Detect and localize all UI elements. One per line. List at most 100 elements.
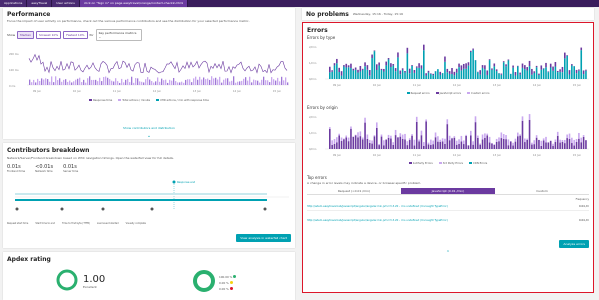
chart-bar [519,74,521,79]
chart-bar [477,137,479,149]
chart-bar [383,140,385,146]
x-tick-label: 13 Jun [493,83,502,87]
error-row[interactable]: http://adem.easytravel.lab/javascript/an… [307,217,589,224]
median-button[interactable]: Median [17,30,35,39]
chart-bar [493,144,496,145]
analyze-errors-button[interactable]: Analyze errors [559,240,589,248]
chart-bar [512,65,514,68]
chart-bar [380,136,383,149]
breadcrumb-current-action[interactable]: click on "Sign in" on page easytravel/or… [79,0,189,7]
show-contributors-link[interactable]: Show contributors and distribution [123,126,175,130]
chart-bar [179,82,181,85]
chart-bar [333,139,336,144]
chart-bar [383,145,385,149]
apdex-donut [193,270,215,292]
chart-bar [427,142,430,145]
chart-bar [69,80,71,85]
chevron-down-icon[interactable]: ⌄ [7,133,291,139]
chart-bar [399,136,402,149]
chart-bar [453,75,456,79]
chart-bar [399,70,402,75]
chart-bar [35,82,37,85]
chart-bar [269,81,271,85]
chart-bar [521,120,524,149]
chart-bar [345,63,348,68]
chart-bar [371,58,373,79]
chart-bar [458,143,460,149]
legend-visually-complete: Visually complete [125,222,146,225]
chart-bar [105,76,107,85]
perf-y-tick: 0 ms [9,84,16,88]
contributors-panel: Contributors breakdown Network/Server/Fr… [3,143,295,248]
metric-select[interactable]: Key performance metrics ⌄ [95,28,142,41]
problems-panel: No problems Wednesday, 15:16 - Today, 15… [302,8,594,20]
chart-bar [561,66,564,73]
chart-bar [408,73,411,79]
chart-bar [217,79,219,85]
chart-bar [167,82,169,85]
chart-bar [285,76,287,85]
chart-bar [373,136,376,149]
chart-bar [524,65,526,70]
chart-bar [423,44,425,51]
chart-bar [387,137,390,149]
chart-bar [394,129,397,136]
chart-bar [39,80,41,85]
chart-bar [187,78,189,85]
tab-request[interactable]: Request (>0.01 /min) [307,188,401,195]
chart-bar [552,143,554,146]
chart-bar [383,68,385,72]
chevron-up-icon[interactable]: ⌃ [307,250,589,256]
chart-bar [411,135,413,149]
show-label: Show [7,32,16,37]
timeline-marker [101,207,105,211]
chart-bar [573,145,575,149]
error-row[interactable]: http://adem.easytravel.lab/javascript/an… [307,203,589,211]
chart-bar [462,144,465,149]
breadcrumb-user-actions[interactable]: User actions [52,0,80,7]
chart-bar [99,77,101,85]
chart-bar [554,139,557,143]
waterfall-button[interactable]: View analysis in waterfall chart [236,234,291,242]
tab-custom[interactable]: Custom [495,188,589,195]
chart-bar [329,127,331,129]
chart-bar [566,55,568,79]
chart-bar [357,132,359,138]
error-row-text[interactable]: http://adem.easytravel.lab/javascript/an… [307,219,448,222]
chart-bar [446,124,449,149]
chart-bar [215,77,217,85]
chart-bar [561,139,564,142]
chart-bar [575,69,578,74]
apdex-gauge [56,269,78,291]
chart-bar [514,138,517,142]
chart-bar [59,77,61,85]
type-y-tick: 0/min [309,77,317,81]
chart-bar [350,128,352,149]
legend-ttfb: Time to first byte (TTFB) [61,222,90,225]
tab-javascript[interactable]: JavaScript (0.01 /min) [401,188,495,195]
chart-bar [175,80,177,85]
chart-bar [453,71,456,76]
chart-bar [552,145,554,149]
chart-bar [585,70,587,79]
chart-bar [425,119,427,122]
legend-cdn: CDN Errors [473,162,488,165]
chart-bar [434,137,437,149]
fastest-button[interactable]: Fastest 10% [63,30,88,39]
breadcrumb-app[interactable]: easyTravel [27,0,53,7]
chart-bar [542,138,545,141]
chart-bar [373,50,376,52]
chart-bar [29,79,31,85]
chart-bar [446,119,449,125]
chart-bar [350,68,352,79]
contributor-metrics: 0.01s Frontend time <0.01s Network time 0.… [7,164,291,173]
error-row-text[interactable]: http://adem.easytravel.lab/javascript/an… [307,205,448,208]
performance-chart: 200 ms 100 ms 0 ms 09 Jun 10 Jun 11 Jun 12 … [9,52,289,93]
breadcrumb-applications[interactable]: Applications [0,0,28,7]
slowest-button[interactable]: Slowest 10% [36,30,62,39]
chart-bar [425,121,427,149]
chart-bar [538,75,540,79]
chart-bar [361,139,364,149]
chart-bar [378,65,380,79]
apdex-panel: Apdex rating 1.00 Excellent 100.00 % 0.0… [3,252,295,300]
